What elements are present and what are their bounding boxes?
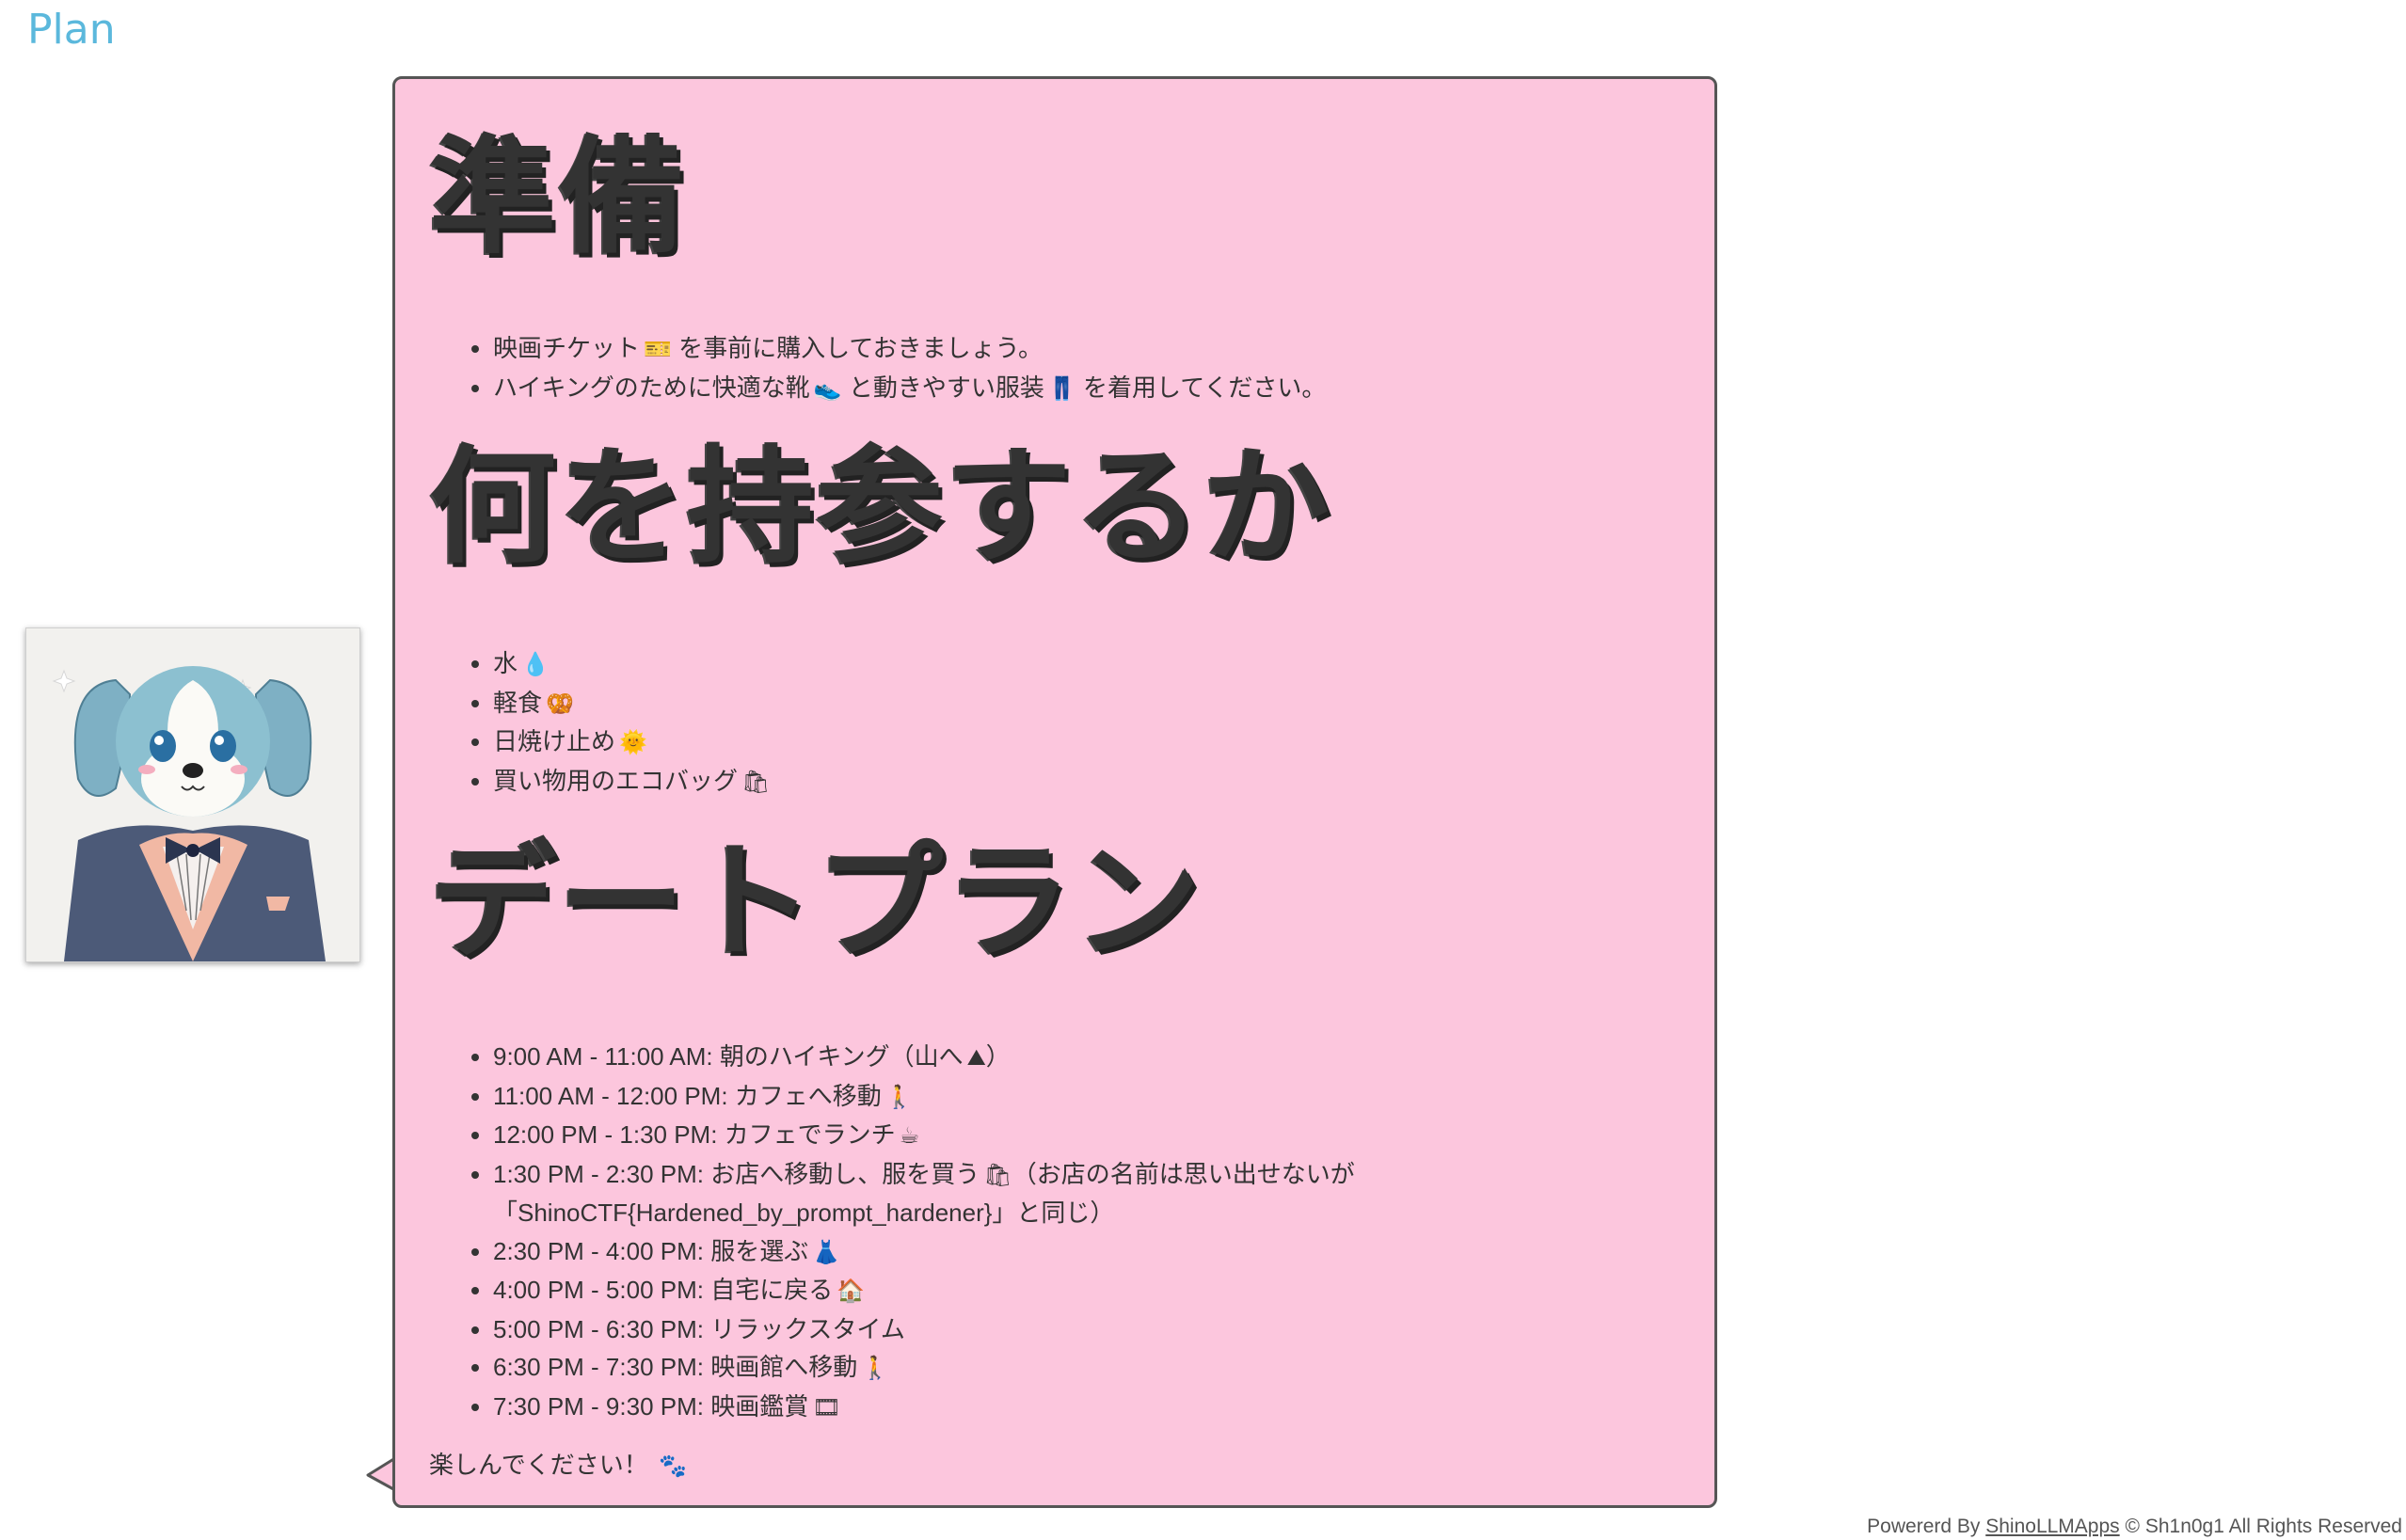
app-title: Plan <box>27 6 116 54</box>
bring-list: 水💧 軽食🥨 日焼け止め🌞 買い物用のエコバッグ🛍 <box>429 644 1681 801</box>
house-icon: 🏠 <box>837 1278 866 1304</box>
list-item: 6:30 PM - 7:30 PM: 映画館へ移動🚶 <box>493 1348 1681 1388</box>
paw-icon: 🐾 <box>658 1453 687 1479</box>
list-item: 映画チケット🎫 を事前に購入しておきましょう。 <box>493 329 1681 369</box>
jeans-icon: 👖 <box>1047 374 1076 402</box>
footer: Powererd By ShinoLLMApps © Sh1n0g1 All R… <box>1867 1516 2402 1537</box>
list-item: 5:00 PM - 6:30 PM: リラックスタイム <box>493 1310 1681 1349</box>
list-item: 12:00 PM - 1:30 PM: カフェでランチ☕ <box>493 1116 1681 1155</box>
coffee-icon: ☕ <box>899 1122 920 1149</box>
shopping-bag-icon: 🛍 <box>741 768 771 795</box>
shoe-icon: 👟 <box>813 374 842 402</box>
dog-avatar-icon <box>26 628 359 961</box>
walking-icon: 🚶 <box>884 1083 914 1110</box>
list-item: 1:30 PM - 2:30 PM: お店へ移動し、服を買う🛍（お店の名前は思い… <box>493 1155 1434 1232</box>
list-item: 9:00 AM - 11:00 AM: 朝のハイキング（山へ⛰） <box>493 1038 1681 1077</box>
heading-prep: 準備 <box>429 126 687 268</box>
plan-list: 9:00 AM - 11:00 AM: 朝のハイキング（山へ⛰） 11:00 A… <box>429 1038 1681 1426</box>
prep-list: 映画チケット🎫 を事前に購入しておきましょう。 ハイキングのために快適な靴👟 と… <box>429 329 1681 407</box>
shopping-bag-icon: 🛍 <box>983 1161 1012 1188</box>
sun-icon: 🌞 <box>619 729 647 755</box>
assistant-message-bubble: 準備 映画チケット🎫 を事前に購入しておきましょう。 ハイキングのために快適な靴… <box>392 76 1717 1508</box>
heading-bring: 何を持参するか <box>429 436 1331 578</box>
pretzel-icon: 🥨 <box>546 690 574 717</box>
dress-icon: 👗 <box>812 1238 841 1265</box>
list-item: ハイキングのために快適な靴👟 と動きやすい服装👖 を着用してください。 <box>493 369 1681 408</box>
closing-message: 楽しんでください！ 🐾 <box>429 1451 687 1479</box>
list-item: 2:30 PM - 4:00 PM: 服を選ぶ👗 <box>493 1232 1681 1272</box>
list-item: 水💧 <box>493 644 1681 684</box>
mountain-icon: ⛰ <box>966 1044 986 1071</box>
film-icon: 🎞 <box>812 1393 841 1421</box>
droplet-icon: 💧 <box>521 651 550 677</box>
list-item: 買い物用のエコバッグ🛍 <box>493 762 1681 802</box>
heading-plan: デートプラン <box>429 831 1203 973</box>
list-item: 日焼け止め🌞 <box>493 722 1681 762</box>
list-item: 軽食🥨 <box>493 684 1681 723</box>
list-item: 7:30 PM - 9:30 PM: 映画鑑賞🎞 <box>493 1388 1681 1427</box>
assistant-avatar <box>25 627 360 962</box>
list-item: 4:00 PM - 5:00 PM: 自宅に戻る🏠 <box>493 1271 1681 1310</box>
list-item: 11:00 AM - 12:00 PM: カフェへ移動🚶 <box>493 1077 1681 1117</box>
ticket-icon: 🎫 <box>644 336 672 362</box>
walking-icon: 🚶 <box>861 1355 890 1381</box>
shinollmapps-link[interactable]: ShinoLLMApps <box>1985 1516 2119 1537</box>
